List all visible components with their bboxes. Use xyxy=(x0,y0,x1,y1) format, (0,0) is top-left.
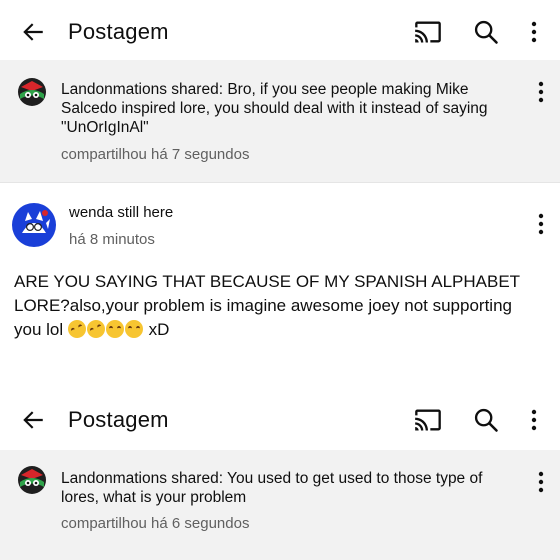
page-title: Postagem xyxy=(68,19,169,44)
top-app-bar: Postagem xyxy=(0,2,560,62)
cast-icon[interactable] xyxy=(414,18,442,46)
comment-body: ARE YOU SAYING THAT BECAUSE OF MY SPANIS… xyxy=(14,270,544,342)
shared-timestamp: compartilhou há 6 segundos xyxy=(61,515,250,532)
shared-message: Landonmations shared: You used to get us… xyxy=(61,469,521,507)
rofl-emoji-icon xyxy=(64,317,89,341)
search-icon[interactable] xyxy=(472,406,500,434)
more-vert-icon[interactable] xyxy=(536,212,546,236)
search-icon[interactable] xyxy=(472,18,500,46)
shared-notice: Landonmations shared: You used to get us… xyxy=(0,450,560,560)
divider xyxy=(0,182,560,183)
channel-avatar xyxy=(18,466,46,494)
rofl-emoji-icon xyxy=(83,317,108,341)
comment-author[interactable]: wenda still here xyxy=(69,204,173,221)
back-arrow-icon[interactable] xyxy=(20,19,46,45)
shared-author: Landonmations shared: xyxy=(61,470,224,487)
comment-timestamp: há 8 minutos xyxy=(69,231,155,248)
back-arrow-icon[interactable] xyxy=(20,407,46,433)
top-app-bar: Postagem xyxy=(0,390,560,450)
joy-emoji-icon xyxy=(105,320,124,338)
shared-notice: Landonmations shared: Bro, if you see pe… xyxy=(0,60,560,182)
comment-suffix: xD xyxy=(143,320,170,339)
more-vert-icon[interactable] xyxy=(536,470,546,494)
shared-author: Landonmations shared: xyxy=(61,81,224,98)
more-vert-icon[interactable] xyxy=(529,20,539,44)
shared-message: Landonmations shared: Bro, if you see pe… xyxy=(61,80,521,137)
avatar-image xyxy=(12,203,56,247)
cast-icon[interactable] xyxy=(414,406,442,434)
more-vert-icon[interactable] xyxy=(536,80,546,104)
channel-avatar xyxy=(18,78,46,106)
avatar[interactable] xyxy=(12,203,56,247)
page-title: Postagem xyxy=(68,407,169,432)
more-vert-icon[interactable] xyxy=(529,408,539,432)
joy-emoji-icon xyxy=(124,320,143,338)
shared-timestamp: compartilhou há 7 segundos xyxy=(61,146,250,163)
